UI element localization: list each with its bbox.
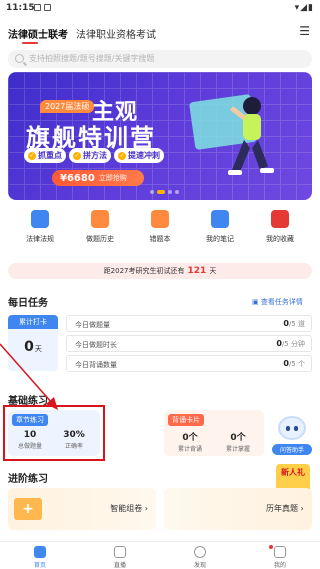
task-row: 今日背诵数量 0/5 个 bbox=[66, 355, 312, 372]
banner-pill: ✓ 拼方法 bbox=[69, 148, 111, 163]
countdown-days: 121 bbox=[187, 266, 207, 276]
task-progress: 0/5 分钟 bbox=[276, 339, 305, 348]
notification-dot bbox=[269, 545, 273, 549]
quick-item-label: 错题本 bbox=[149, 235, 171, 243]
hamburger-icon[interactable]: ☰ bbox=[299, 24, 310, 38]
robot-eye bbox=[294, 426, 298, 431]
banner-feature-pills: ✓ 抓重点 ✓ 拼方法 ✓ 提速冲刺 bbox=[24, 148, 164, 163]
tab-live[interactable]: 直播 bbox=[100, 546, 140, 569]
home-icon bbox=[34, 546, 46, 558]
quick-access: 法律法规 做题历史 错题本 我的笔记 我的收藏 bbox=[0, 210, 320, 250]
tab-label: 首页 bbox=[33, 562, 46, 569]
banner-price: ¥6680 bbox=[60, 172, 95, 184]
recite-cards-tag: 背诵卡片 bbox=[168, 414, 204, 426]
compass-icon bbox=[194, 546, 206, 558]
streak-value: 0天 bbox=[24, 339, 42, 355]
banner-student-illustration bbox=[228, 97, 274, 175]
carousel-dot bbox=[150, 190, 154, 194]
search-bar[interactable]: 支持拍照搜题/题号搜题/关键字搜题 bbox=[8, 50, 312, 68]
tab-law-master[interactable]: 法律硕士联考 bbox=[8, 26, 68, 41]
signal-battery-icon: ▾◢▮ bbox=[294, 3, 314, 13]
notification-icon bbox=[44, 4, 51, 11]
tab-label: 发现 bbox=[193, 562, 206, 569]
exam-countdown: 距2027考研究生初试还有 121 天 bbox=[8, 263, 312, 279]
quick-item-law[interactable]: 法律法规 bbox=[10, 210, 70, 244]
smart-paper-label: 智能组卷 › bbox=[110, 504, 148, 513]
carousel-dot-active bbox=[157, 190, 165, 194]
tab-label: 直播 bbox=[113, 562, 126, 569]
robot-icon bbox=[278, 416, 306, 440]
banner-pill: ✓ 提速冲刺 bbox=[114, 148, 164, 163]
banner-pill: ✓ 抓重点 bbox=[24, 148, 66, 163]
tab-label: 我的 bbox=[273, 562, 286, 569]
recite-cards-card[interactable]: 背诵卡片 0个 累计背诵 0个 累计掌握 bbox=[164, 410, 264, 456]
carousel-indicator bbox=[150, 190, 179, 194]
highlight-annotation-box bbox=[3, 405, 105, 461]
countdown-prefix: 距2027考研究生初试还有 bbox=[103, 267, 185, 275]
smart-paper-card[interactable]: + 智能组卷 › bbox=[8, 488, 156, 530]
task-row: 今日做题时长 0/5 分钟 bbox=[66, 335, 312, 352]
mastered-stat: 0个 累计掌握 bbox=[225, 433, 250, 453]
quick-item-history[interactable]: 做题历史 bbox=[70, 210, 130, 244]
check-icon: ✓ bbox=[73, 151, 81, 160]
live-icon bbox=[114, 546, 126, 558]
notes-icon bbox=[211, 210, 229, 228]
task-progress: 0/5 道 bbox=[283, 319, 305, 328]
tab-law-qualification[interactable]: 法律职业资格考试 bbox=[76, 26, 156, 41]
assistant-robot[interactable]: 问答助手 bbox=[272, 414, 312, 456]
carousel-dot bbox=[175, 190, 179, 194]
task-label: 今日做题量 bbox=[75, 321, 110, 329]
quick-item-label: 我的收藏 bbox=[266, 235, 294, 243]
banner-cta: 立即抢购 bbox=[98, 174, 127, 182]
streak-label: 累计打卡 bbox=[8, 315, 58, 329]
quick-item-label: 我的笔记 bbox=[206, 235, 234, 243]
check-icon: ✓ bbox=[118, 151, 126, 160]
carousel-dot bbox=[168, 190, 172, 194]
bottom-tab-bar: 首页 直播 发现 我的 bbox=[0, 541, 320, 569]
promo-banner[interactable]: 2027届法硕 主观 旗舰特训营 ✓ 抓重点 ✓ 拼方法 ✓ 提速冲刺 ¥6680 立… bbox=[8, 72, 312, 200]
daily-tasks-title: 每日任务 bbox=[8, 298, 48, 309]
status-bar: 11:15 ▾◢▮ bbox=[0, 0, 320, 16]
active-tab-indicator bbox=[22, 42, 38, 44]
tab-me[interactable]: 我的 bbox=[260, 546, 300, 569]
task-progress: 0/5 个 bbox=[283, 359, 305, 368]
notification-icon bbox=[34, 4, 41, 11]
buy-now-button[interactable]: ¥6680 立即抢购 bbox=[52, 170, 144, 186]
task-label: 今日做题时长 bbox=[75, 341, 117, 349]
robot-eye bbox=[286, 426, 290, 431]
tab-home[interactable]: 首页 bbox=[20, 546, 60, 569]
search-icon bbox=[15, 54, 24, 63]
task-label: 今日背诵数量 bbox=[75, 361, 117, 369]
task-row: 今日做题量 0/5 道 bbox=[66, 315, 312, 332]
quick-item-label: 法律法规 bbox=[26, 235, 54, 243]
quick-item-notes[interactable]: 我的笔记 bbox=[190, 210, 250, 244]
advanced-practice-title: 进阶练习 bbox=[8, 474, 48, 485]
streak-card: 累计打卡 0天 bbox=[8, 315, 58, 371]
task-details-link[interactable]: ▣ 查看任务详情 bbox=[252, 297, 303, 307]
past-exams-label: 历年真题 › bbox=[266, 504, 304, 513]
countdown-suffix: 天 bbox=[209, 267, 217, 275]
recited-stat: 0个 累计背诵 bbox=[177, 433, 202, 453]
profile-icon bbox=[274, 546, 286, 558]
banner-tag: 2027届法硕 bbox=[40, 100, 95, 113]
history-icon bbox=[91, 210, 109, 228]
law-book-icon bbox=[31, 210, 49, 228]
wrong-book-icon bbox=[151, 210, 169, 228]
past-exams-card[interactable]: 历年真题 › bbox=[164, 488, 312, 530]
search-placeholder: 支持拍照搜题/题号搜题/关键字搜题 bbox=[29, 54, 155, 63]
assistant-label: 问答助手 bbox=[272, 444, 312, 455]
quick-item-favorites[interactable]: 我的收藏 bbox=[250, 210, 310, 244]
tab-discover[interactable]: 发现 bbox=[180, 546, 220, 569]
quick-item-wrongbook[interactable]: 错题本 bbox=[130, 210, 190, 244]
top-nav: 法律硕士联考 法律职业资格考试 ☰ bbox=[0, 20, 320, 44]
plus-folder-icon: + bbox=[14, 498, 42, 520]
check-icon: ✓ bbox=[28, 151, 36, 160]
status-time: 11:15 bbox=[6, 3, 35, 13]
quick-item-label: 做题历史 bbox=[86, 235, 114, 243]
star-icon bbox=[271, 210, 289, 228]
